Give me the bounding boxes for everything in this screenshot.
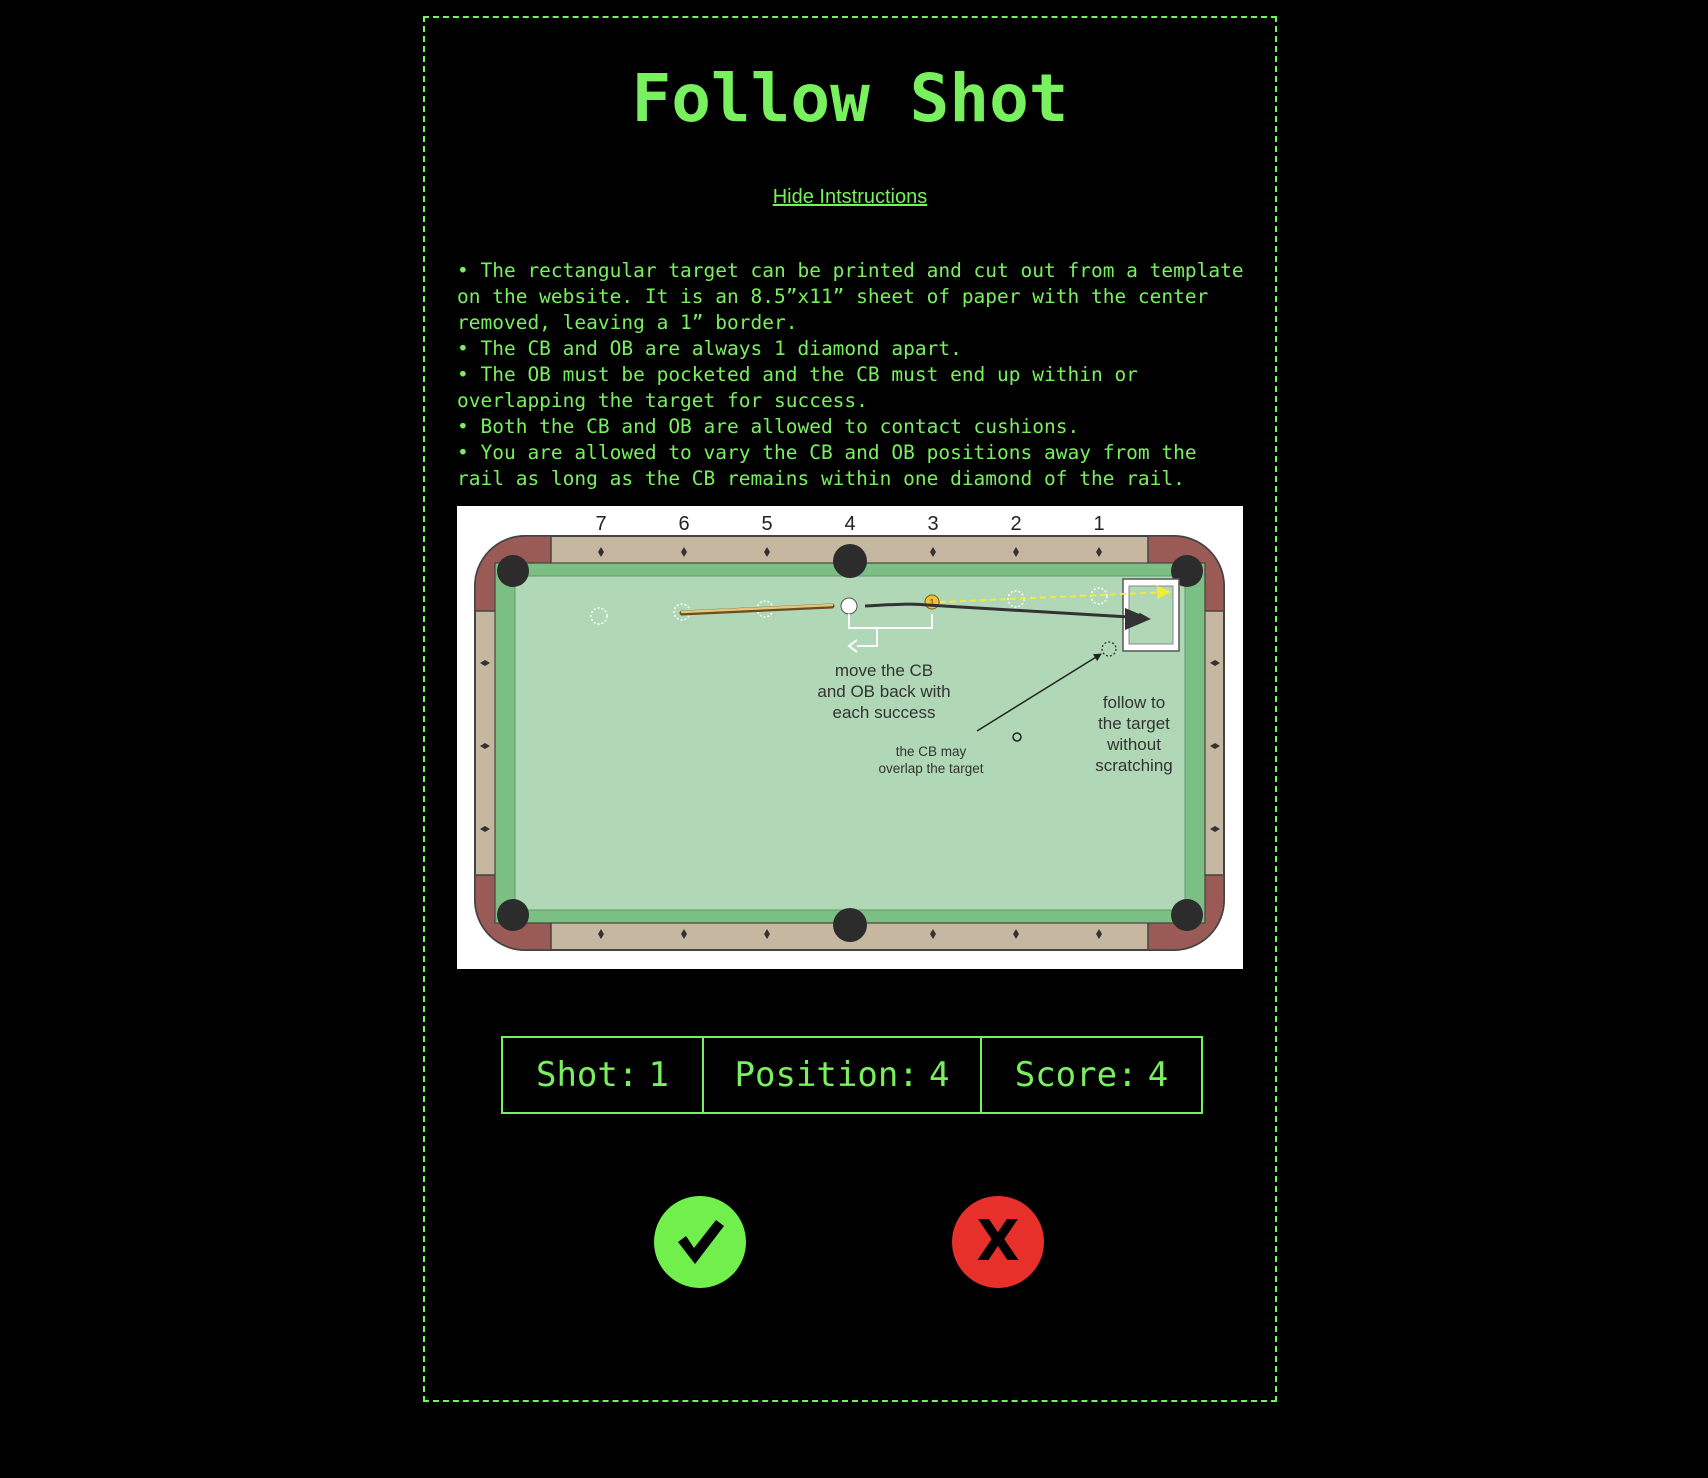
drill-panel: Follow Shot Hide Intstructions • The rec… (423, 16, 1277, 1402)
instruction-item: • You are allowed to vary the CB and OB … (457, 441, 1197, 490)
note-follow-line: follow to (1103, 693, 1165, 712)
note-overlap-line: overlap the target (878, 761, 983, 776)
instruction-item: • The rectangular target can be printed … (457, 259, 1244, 334)
instruction-item: • The CB and OB are always 1 diamond apa… (457, 337, 962, 360)
shot-label: Shot: (535, 1055, 639, 1095)
shot-counter: Shot: 1 (503, 1038, 704, 1112)
diamond-number: 3 (927, 513, 938, 535)
diamond-number: 7 (595, 513, 606, 535)
pocket (833, 544, 867, 578)
score-value: 4 (1147, 1055, 1169, 1095)
cue-ball (840, 597, 858, 615)
x-icon: X (976, 1209, 1020, 1274)
note-follow-line: scratching (1095, 756, 1172, 775)
pocket (1171, 899, 1203, 931)
page-title: Follow Shot (631, 60, 1069, 137)
success-button[interactable] (654, 1196, 746, 1288)
fail-button[interactable]: X (952, 1196, 1044, 1288)
pool-table-svg: 7 6 5 4 3 2 1 1 move the CB and OB back … (474, 513, 1225, 951)
instruction-item: • Both the CB and OB are allowed to cont… (457, 415, 1080, 438)
note-overlap-line: the CB may (896, 744, 967, 759)
pocket (497, 899, 529, 931)
instructions-list: • The rectangular target can be printed … (457, 258, 1247, 492)
checkmark-icon (678, 1220, 724, 1264)
note-follow-line: the target (1098, 714, 1170, 733)
position-counter: Position: 4 (704, 1038, 982, 1112)
note-move-line: and OB back with (817, 682, 950, 701)
position-label: Position: (734, 1055, 919, 1095)
diamond-number: 6 (678, 513, 689, 535)
diamond-number: 2 (1010, 513, 1021, 535)
diamond-number: 5 (761, 513, 772, 535)
note-move-line: each success (833, 703, 936, 722)
diamond-number: 1 (1093, 513, 1104, 535)
note-follow-line: without (1106, 735, 1161, 754)
hide-instructions-link[interactable]: Hide Intstructions (425, 186, 1275, 209)
score-label: Score: (1014, 1055, 1138, 1095)
shot-value: 1 (648, 1055, 670, 1095)
pocket (833, 908, 867, 942)
pocket (497, 555, 529, 587)
instruction-item: • The OB must be pocketed and the CB mus… (457, 363, 1138, 412)
score-counter: Score: 4 (982, 1038, 1201, 1112)
pool-table-diagram: 7 6 5 4 3 2 1 1 move the CB and OB back … (457, 506, 1243, 969)
stats-bar: Shot: 1 Position: 4 Score: 4 (501, 1036, 1203, 1114)
position-value: 4 (928, 1055, 950, 1095)
note-move-line: move the CB (835, 661, 933, 680)
diamond-number: 4 (844, 513, 855, 535)
